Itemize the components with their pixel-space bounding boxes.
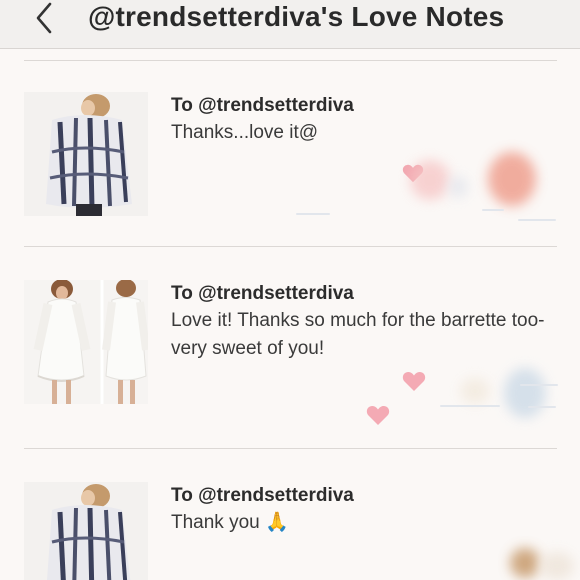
divider — [24, 60, 557, 61]
listing-thumbnail[interactable] — [24, 280, 148, 404]
tie-dye-top-image — [24, 92, 148, 216]
confetti-blur — [488, 152, 536, 206]
note-recipient[interactable]: To @trendsetterdiva — [171, 95, 354, 117]
back-button[interactable] — [28, 0, 64, 40]
header-bar: @trendsetterdiva's Love Notes — [0, 0, 580, 49]
confetti-streak — [482, 209, 504, 211]
heart-icon — [366, 405, 390, 425]
divider — [24, 448, 557, 449]
confetti-blur — [460, 378, 490, 404]
confetti-streak — [296, 213, 330, 215]
white-dress-image — [24, 280, 148, 404]
confetti-streak — [528, 406, 556, 408]
confetti-blur — [448, 176, 468, 198]
note-message: Thank you 🙏 — [171, 512, 289, 533]
heart-icon — [402, 371, 426, 391]
confetti-streak — [520, 384, 558, 386]
chevron-left-icon — [36, 2, 52, 34]
love-notes-screen: @trendsetterdiva's Love Notes To @trends… — [0, 0, 580, 580]
note-message: Thanks...love it@ — [171, 122, 319, 143]
confetti-blur — [510, 548, 540, 578]
note-recipient[interactable]: To @trendsetterdiva — [171, 485, 354, 507]
confetti-streak — [518, 219, 556, 221]
page-title: @trendsetterdiva's Love Notes — [88, 1, 505, 32]
listing-thumbnail[interactable] — [24, 92, 148, 216]
confetti-streak — [440, 405, 500, 407]
listing-thumbnail[interactable] — [24, 482, 148, 580]
tie-dye-top-image — [24, 482, 148, 580]
divider — [24, 246, 557, 247]
note-message: Love it! Thanks so much for the barrette… — [171, 310, 545, 359]
note-recipient[interactable]: To @trendsetterdiva — [171, 283, 354, 305]
confetti-blur — [504, 368, 546, 418]
confetti-blur — [410, 160, 450, 200]
confetti-blur — [540, 552, 574, 580]
